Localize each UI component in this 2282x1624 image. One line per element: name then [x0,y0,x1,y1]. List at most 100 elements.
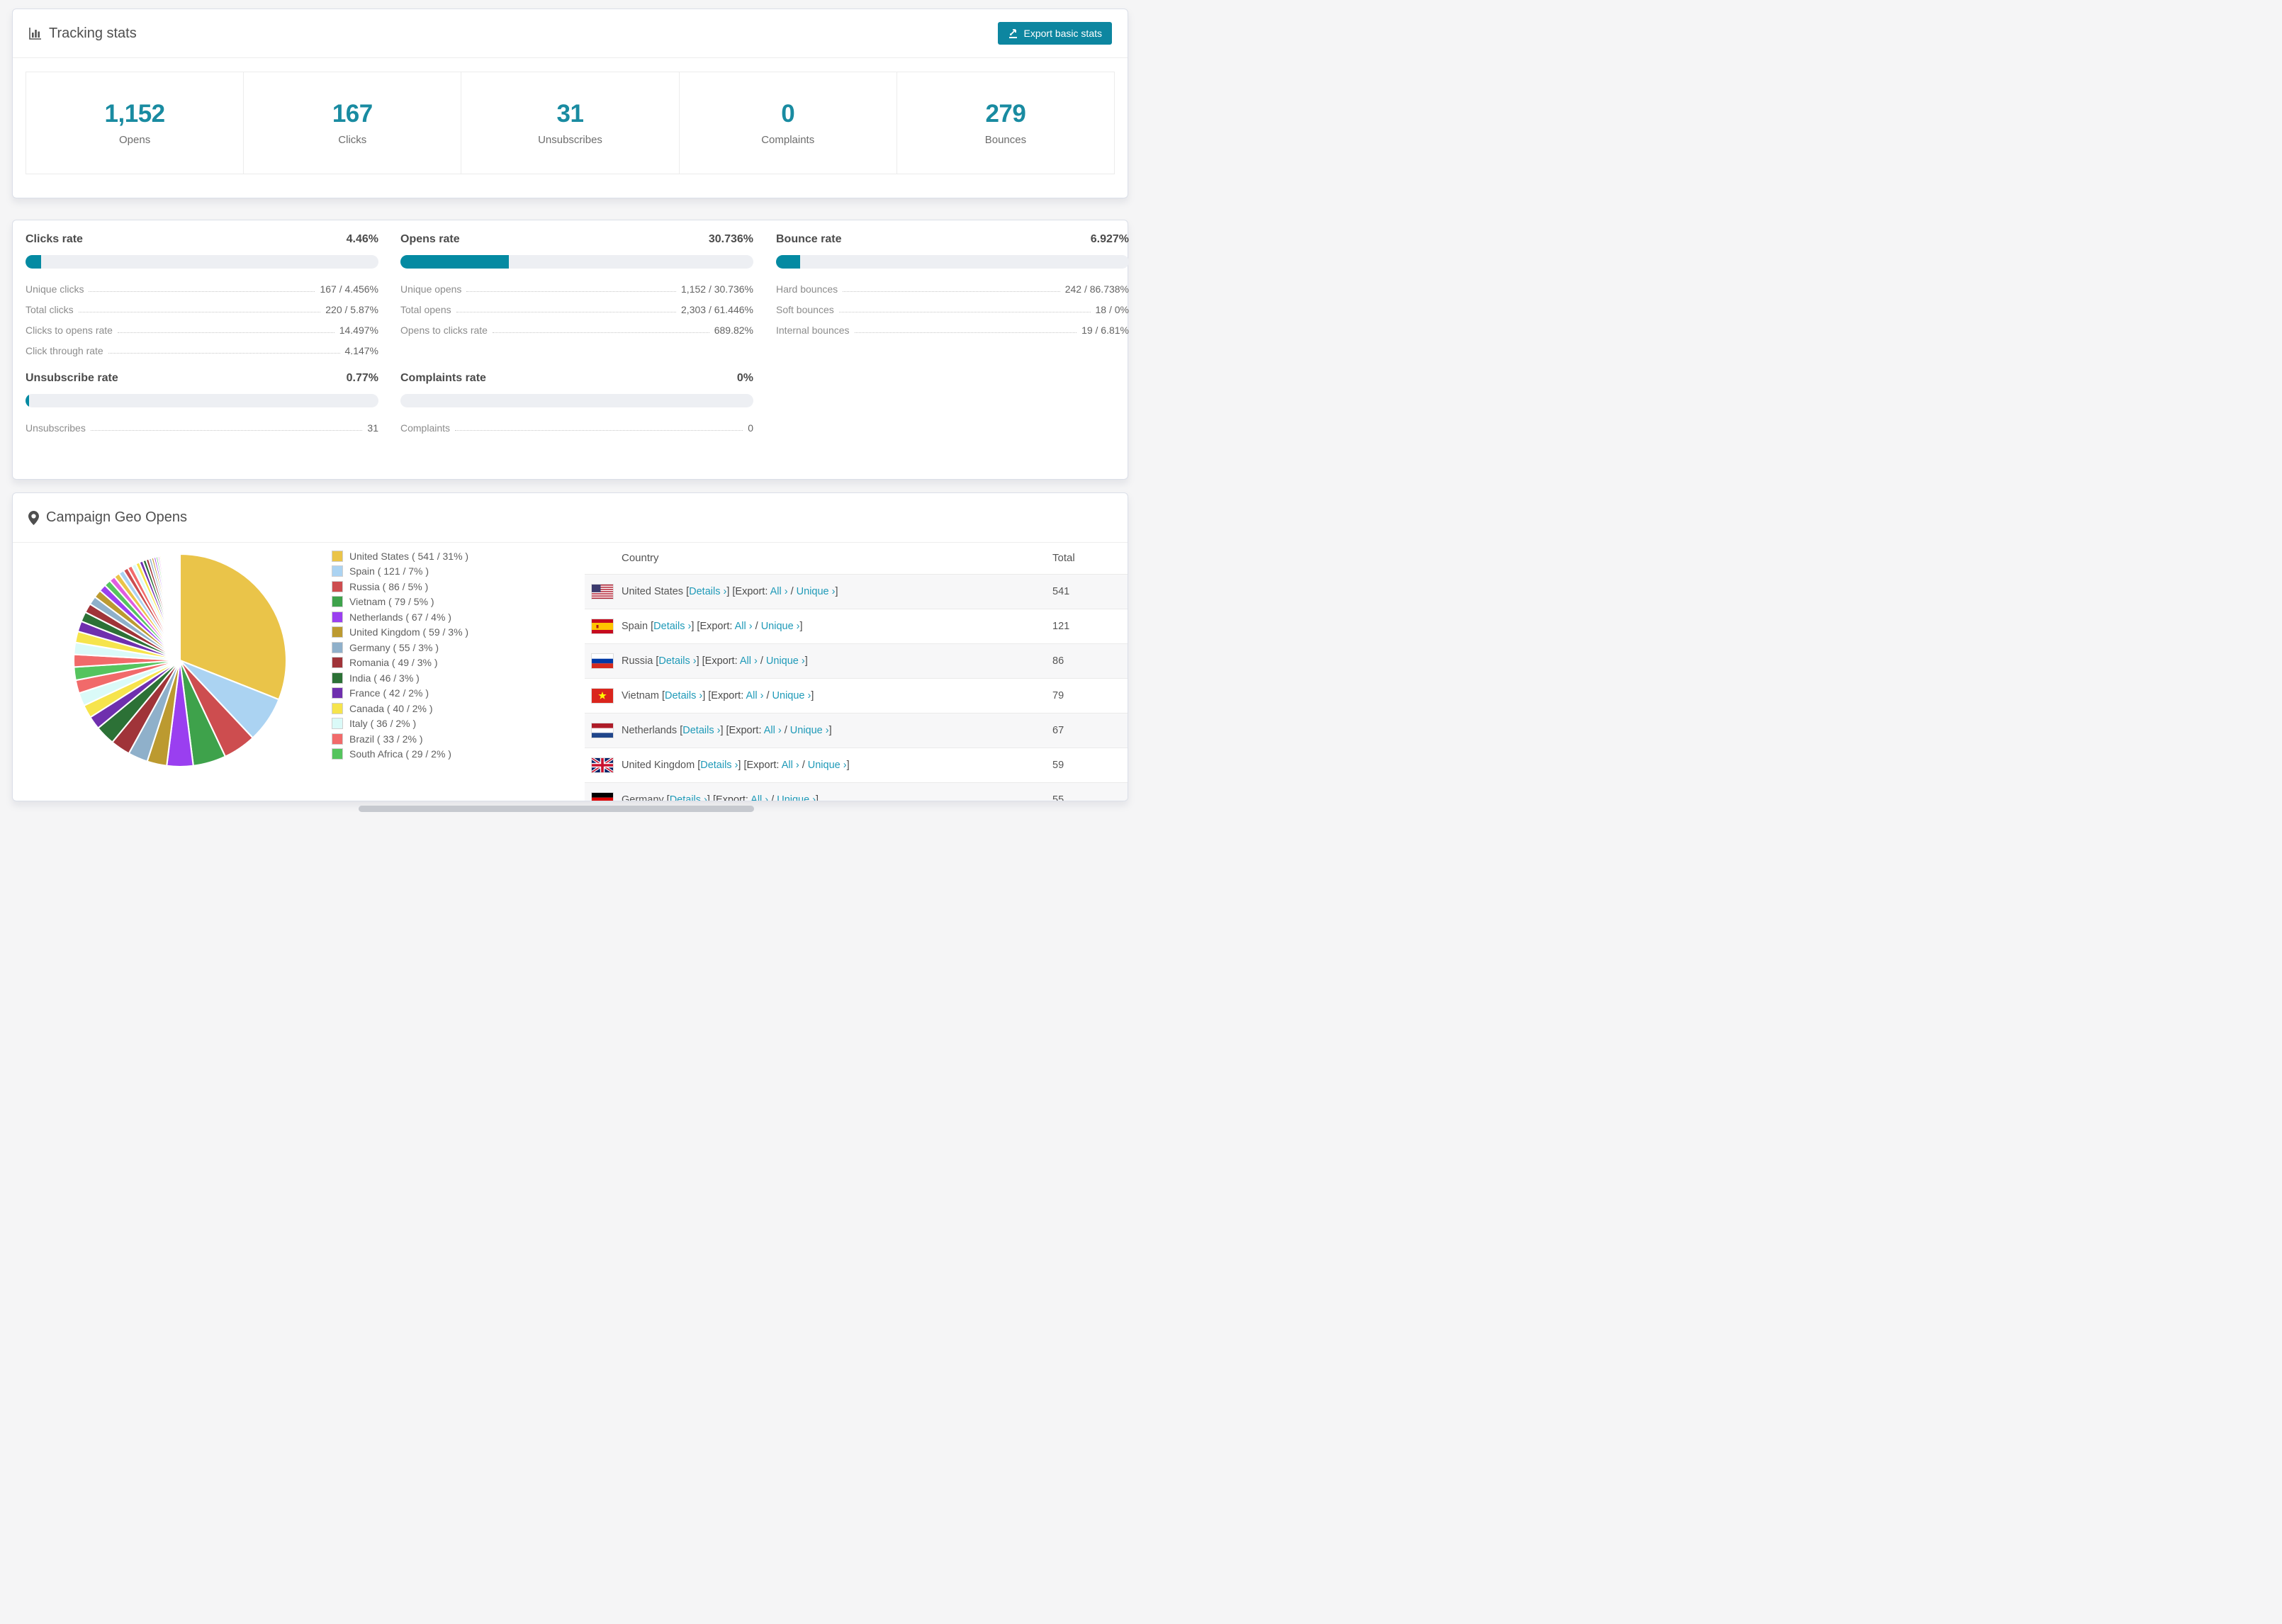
export-all-link[interactable]: All › [764,725,782,736]
export-label: Export: [746,760,782,771]
map-pin-icon [28,510,39,525]
rate-detail-rows: Complaints 0 [400,422,753,434]
detail-value: 19 / 6.81% [1081,325,1129,336]
page-title: Tracking stats [49,25,137,41]
rate-progress [26,394,378,407]
table-row: Germany [Details ›] [Export: All › / Uni… [585,783,1128,801]
rate-detail-row: Total clicks 220 / 5.87% [26,304,378,315]
export-all-link[interactable]: All › [751,794,768,801]
rate-progress [400,255,753,269]
legend-label: United States ( 541 / 31% ) [349,550,469,562]
country-cell: United States [Details ›] [Export: All ›… [622,586,838,597]
rate-value: 4.46% [346,233,378,245]
geo-legend: United States ( 541 / 31% ) Spain ( 121 … [332,548,468,762]
legend-item[interactable]: Canada ( 40 / 2% ) [332,701,468,716]
table-row: Spain [Details ›] [Export: All › / Uniqu… [585,609,1128,644]
legend-swatch [332,641,343,653]
card-rates: Clicks rate 4.46% Unique clicks 167 / 4.… [12,220,1129,480]
legend-swatch [332,672,343,684]
legend-item[interactable]: Germany ( 55 / 3% ) [332,640,468,655]
export-all-link[interactable]: All › [735,621,753,632]
geo-pie-chart[interactable] [72,552,288,769]
total-value: 67 [1052,725,1064,736]
country-name: Russia [622,655,653,667]
export-unique-link[interactable]: Unique › [772,690,811,701]
country-flag-icon [592,654,613,668]
legend-swatch [332,565,343,577]
export-unique-link[interactable]: Unique › [790,725,829,736]
export-unique-link[interactable]: Unique › [761,621,800,632]
export-unique-link[interactable]: Unique › [797,586,836,597]
country-name: United Kingdom [622,760,695,771]
tracking-title-wrap: Tracking stats [28,26,137,42]
country-name: Germany [622,794,664,801]
legend-item[interactable]: Italy ( 36 / 2% ) [332,716,468,732]
country-flag-icon [592,758,613,772]
column-header-country: Country [622,552,659,564]
detail-label: Total clicks [26,304,74,315]
legend-item[interactable]: Brazil ( 33 / 2% ) [332,731,468,747]
rate-detail-row: Unique clicks 167 / 4.456% [26,283,378,295]
legend-item[interactable]: France ( 42 / 2% ) [332,686,468,701]
details-link[interactable]: Details › [682,725,720,736]
legend-item[interactable]: Spain ( 121 / 7% ) [332,564,468,580]
rate-detail-row: Hard bounces 242 / 86.738% [776,283,1129,295]
page-root: Tracking stats Export basic stats 1,152 … [0,0,1141,812]
legend-label: India ( 46 / 3% ) [349,672,420,684]
rate-detail-row: Unique opens 1,152 / 30.736% [400,283,753,295]
legend-item[interactable]: India ( 46 / 3% ) [332,670,468,686]
stat-label: Bounces [984,134,1027,146]
export-all-link[interactable]: All › [740,655,758,667]
legend-item[interactable]: Vietnam ( 79 / 5% ) [332,594,468,610]
legend-label: Vietnam ( 79 / 5% ) [349,596,434,608]
legend-swatch [332,718,343,730]
stat-value: 0 [781,100,795,128]
legend-item[interactable]: Netherlands ( 67 / 4% ) [332,609,468,625]
legend-item[interactable]: Romania ( 49 / 3% ) [332,655,468,671]
export-label: Export: [735,586,770,597]
stat-value: 1,152 [104,100,166,128]
horizontal-scrollbar-thumb[interactable] [359,806,754,812]
export-label: Export: [699,621,735,632]
stat-value: 279 [985,100,1026,128]
detail-value: 4.147% [344,345,378,356]
rate-detail-row: Click through rate 4.147% [26,345,378,356]
country-flag-icon [592,723,613,738]
legend-item[interactable]: Russia ( 86 / 5% ) [332,579,468,594]
details-link[interactable]: Details › [700,760,738,771]
details-link[interactable]: Details › [689,586,726,597]
export-basic-stats-button[interactable]: Export basic stats [997,22,1112,45]
export-all-link[interactable]: All › [782,760,799,771]
legend-item[interactable]: United States ( 541 / 31% ) [332,548,468,564]
legend-label: South Africa ( 29 / 2% ) [349,748,451,760]
country-name: Spain [622,621,648,632]
leader-dots [455,430,743,431]
details-link[interactable]: Details › [653,621,691,632]
detail-label: Unique clicks [26,283,84,295]
detail-value: 1,152 / 30.736% [681,283,753,295]
detail-label: Clicks to opens rate [26,325,113,336]
rate-value: 30.736% [708,233,753,245]
country-cell: Vietnam [Details ›] [Export: All › / Uni… [622,690,814,701]
details-link[interactable]: Details › [670,794,707,801]
details-link[interactable]: Details › [658,655,696,667]
detail-label: Unique opens [400,283,462,295]
details-link[interactable]: Details › [665,690,702,701]
country-cell: Germany [Details ›] [Export: All › / Uni… [585,794,1052,801]
export-unique-link[interactable]: Unique › [777,794,816,801]
detail-label: Click through rate [26,345,103,356]
rate-detail-rows: Hard bounces 242 / 86.738% Soft bounces … [776,283,1129,336]
export-all-link[interactable]: All › [770,586,788,597]
legend-item[interactable]: United Kingdom ( 59 / 3% ) [332,625,468,641]
export-all-link[interactable]: All › [746,690,763,701]
leader-dots [108,353,340,354]
legend-label: Canada ( 40 / 2% ) [349,702,433,714]
export-unique-link[interactable]: Unique › [766,655,805,667]
rate-detail-row: Opens to clicks rate 689.82% [400,325,753,336]
total-value: 79 [1052,690,1064,701]
detail-label: Total opens [400,304,451,315]
legend-item[interactable]: South Africa ( 29 / 2% ) [332,747,468,762]
export-unique-link[interactable]: Unique › [808,760,847,771]
export-label: Export: [729,725,764,736]
stat-box: 1,152 Opens [26,72,244,174]
